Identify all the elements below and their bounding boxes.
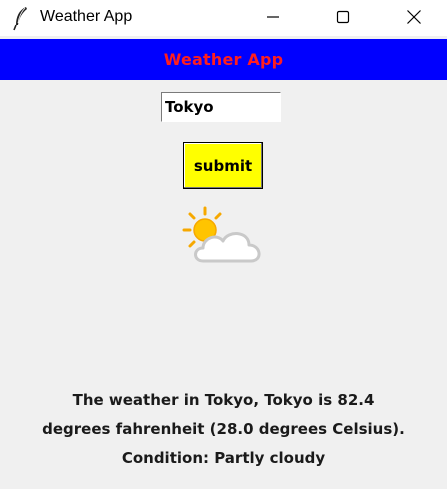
app-window: Weather App Weather App submit [0, 0, 447, 489]
weather-result: The weather in Tokyo, Tokyo is 82.4 degr… [0, 386, 447, 473]
city-input[interactable] [161, 92, 281, 122]
title-bar: Weather App [0, 0, 447, 36]
banner-title: Weather App [163, 50, 284, 69]
close-button[interactable] [391, 0, 437, 33]
submit-button[interactable]: submit [183, 142, 263, 189]
header-banner: Weather App [0, 39, 447, 80]
feather-icon [13, 7, 27, 31]
result-line-1: The weather in Tokyo, Tokyo is 82.4 [72, 391, 375, 409]
maximize-icon [336, 10, 350, 23]
maximize-button[interactable] [320, 0, 366, 33]
result-line-3: Condition: Partly cloudy [121, 449, 326, 467]
close-icon [407, 9, 421, 24]
minimize-icon [267, 15, 279, 18]
result-line-2: degrees fahrenheit (28.0 degrees Celsius… [42, 420, 405, 438]
window-title: Weather App [40, 8, 133, 25]
partly-cloudy-icon [182, 206, 261, 263]
minimize-button[interactable] [250, 0, 296, 33]
